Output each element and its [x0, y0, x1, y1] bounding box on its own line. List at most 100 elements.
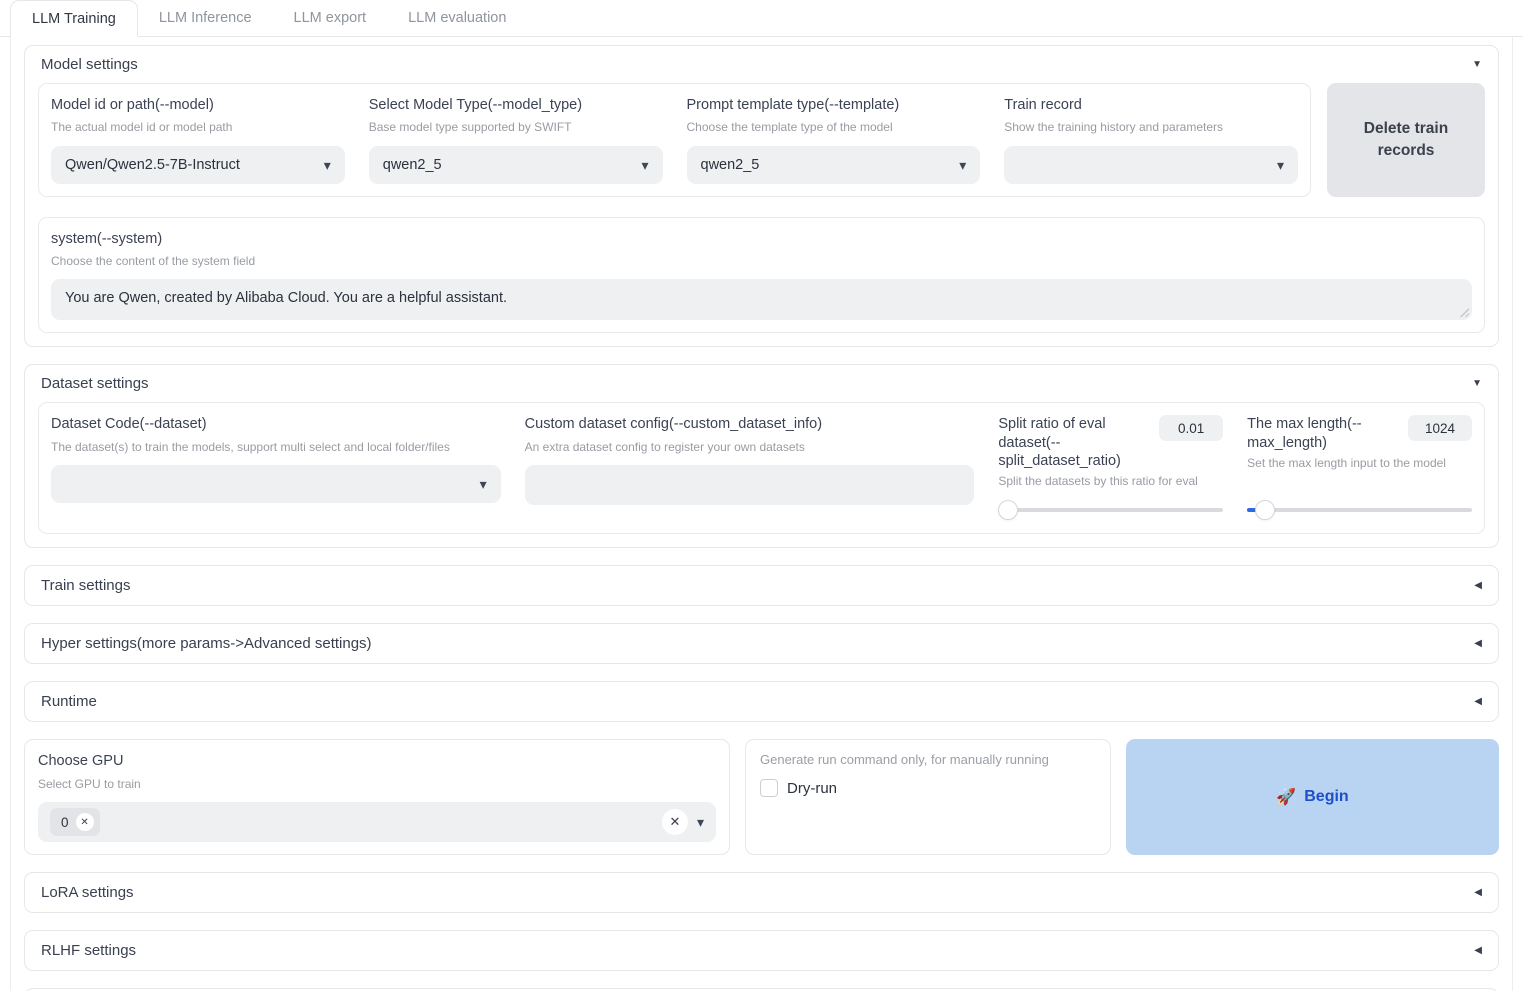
tab-llm-export[interactable]: LLM export — [273, 0, 388, 36]
system-label: system(--system) — [51, 230, 163, 247]
template-field: Prompt template type(--template) Choose … — [686, 96, 981, 184]
custom-dataset-config-input[interactable] — [524, 465, 975, 506]
training-tab-panel: Model settings ▼ Model id or path(--mode… — [10, 37, 1513, 991]
model-id-label: Model id or path(--model) — [51, 97, 214, 113]
hyper-settings-section: Hyper settings(more params->Advanced set… — [24, 623, 1499, 665]
dry-run-option[interactable]: Dry-run — [760, 779, 1096, 798]
model-type-value: qwen2_5 — [382, 156, 442, 173]
dataset-code-dropdown[interactable]: ▾ — [51, 465, 501, 504]
gpu-chip-value: 0 — [61, 814, 69, 830]
split-ratio-slider[interactable] — [998, 499, 1224, 521]
choose-gpu-label: Choose GPU — [38, 753, 124, 770]
begin-button[interactable]: 🚀 Begin — [1126, 739, 1499, 856]
dataset-code-label: Dataset Code(--dataset) — [51, 416, 207, 433]
max-length-field: The max length(--max_length) 1024 Set th… — [1247, 415, 1472, 521]
max-length-number-input[interactable]: 1024 — [1408, 415, 1472, 442]
runtime-title: Runtime — [41, 693, 97, 711]
model-settings-title: Model settings — [41, 56, 138, 73]
model-id-value: Qwen/Qwen2.5-7B-Instruct — [65, 156, 240, 173]
dry-run-note: Generate run command only, for manually … — [760, 752, 1049, 768]
template-label: Prompt template type(--template) — [686, 97, 900, 113]
tab-bar: LLM Training LLM Inference LLM export LL… — [0, 0, 1523, 37]
dataset-fields-group: Dataset Code(--dataset) The dataset(s) t… — [38, 402, 1485, 535]
choose-gpu-card: Choose GPU Select GPU to train 0 ✕ ✕ ▾ — [24, 739, 730, 856]
train-settings-section: Train settings ◀ — [24, 565, 1499, 607]
gpu-run-row: Choose GPU Select GPU to train 0 ✕ ✕ ▾ G… — [24, 739, 1499, 856]
collapse-left-icon: ◀ — [1474, 695, 1482, 707]
lora-settings-section: LoRA settings ◀ — [24, 872, 1499, 914]
clear-selection-icon[interactable]: ✕ — [661, 809, 688, 836]
train-record-label: Train record — [1004, 97, 1082, 113]
slider-handle[interactable] — [998, 500, 1019, 521]
split-ratio-label: Split ratio of eval dataset(--split_data… — [998, 416, 1121, 469]
rlhf-settings-accordion-header[interactable]: RLHF settings ◀ — [25, 931, 1498, 970]
slider-track — [998, 508, 1224, 513]
lora-settings-title: LoRA settings — [41, 884, 134, 902]
chevron-down-icon: ▾ — [641, 156, 649, 173]
template-dropdown[interactable]: qwen2_5 ▾ — [686, 145, 981, 184]
runtime-accordion-header[interactable]: Runtime ◀ — [25, 682, 1498, 721]
collapse-left-icon: ◀ — [1474, 886, 1482, 898]
gpu-multiselect[interactable]: 0 ✕ ✕ ▾ — [38, 802, 716, 843]
max-length-info: Set the max length input to the model — [1247, 455, 1446, 470]
model-type-label: Select Model Type(--model_type) — [368, 97, 583, 113]
chevron-down-icon: ▾ — [323, 156, 331, 173]
collapse-down-icon: ▼ — [1472, 58, 1482, 70]
train-settings-accordion-header[interactable]: Train settings ◀ — [25, 566, 1498, 605]
run-command-card: Generate run command only, for manually … — [745, 739, 1111, 856]
collapse-left-icon: ◀ — [1474, 579, 1482, 591]
split-ratio-number-input[interactable]: 0.01 — [1159, 415, 1224, 442]
dataset-settings-title: Dataset settings — [41, 375, 149, 393]
rlhf-settings-title: RLHF settings — [41, 942, 137, 960]
chevron-down-icon: ▾ — [1276, 156, 1284, 173]
dry-run-checkbox[interactable] — [760, 779, 778, 798]
system-value: You are Qwen, created by Alibaba Cloud. … — [65, 290, 508, 307]
model-type-field: Select Model Type(--model_type) Base mod… — [368, 96, 663, 184]
max-length-slider[interactable] — [1247, 499, 1472, 521]
template-value: qwen2_5 — [700, 156, 760, 173]
rocket-icon: 🚀 — [1276, 789, 1297, 807]
dry-run-label: Dry-run — [787, 779, 838, 797]
system-group: system(--system) Choose the content of t… — [38, 216, 1485, 334]
dataset-settings-body: Dataset Code(--dataset) The dataset(s) t… — [25, 402, 1498, 547]
split-ratio-info: Split the datasets by this ratio for eva… — [998, 473, 1198, 488]
collapse-left-icon: ◀ — [1474, 944, 1482, 956]
chip-remove-icon[interactable]: ✕ — [75, 813, 94, 832]
hyper-settings-accordion-header[interactable]: Hyper settings(more params->Advanced set… — [25, 624, 1498, 663]
tab-llm-inference[interactable]: LLM Inference — [138, 0, 273, 36]
model-fields-group: Model id or path(--model) The actual mod… — [38, 83, 1311, 197]
model-settings-body: Model id or path(--model) The actual mod… — [25, 83, 1498, 346]
custom-dataset-config-field: Custom dataset config(--custom_dataset_i… — [524, 415, 975, 521]
lora-settings-accordion-header[interactable]: LoRA settings ◀ — [25, 873, 1498, 912]
choose-gpu-info: Select GPU to train — [38, 776, 141, 791]
tab-llm-training[interactable]: LLM Training — [10, 0, 138, 37]
custom-dataset-config-info: An extra dataset config to register your… — [524, 439, 805, 454]
gpu-chip: 0 ✕ — [50, 808, 100, 837]
dataset-code-field: Dataset Code(--dataset) The dataset(s) t… — [51, 415, 501, 521]
dataset-settings-accordion-header[interactable]: Dataset settings ▼ — [25, 365, 1498, 402]
runtime-section: Runtime ◀ — [24, 681, 1499, 723]
collapse-left-icon: ◀ — [1474, 637, 1482, 649]
train-record-field: Train record Show the training history a… — [1004, 96, 1298, 184]
dataset-code-info: The dataset(s) to train the models, supp… — [51, 439, 450, 454]
begin-button-label: Begin — [1304, 788, 1349, 806]
chevron-down-icon: ▾ — [479, 476, 487, 493]
tab-llm-evaluation[interactable]: LLM evaluation — [387, 0, 527, 36]
chevron-down-icon: ▾ — [959, 156, 967, 173]
resize-handle-icon[interactable] — [1459, 307, 1469, 318]
model-type-dropdown[interactable]: qwen2_5 ▾ — [368, 145, 663, 184]
rlhf-settings-section: RLHF settings ◀ — [24, 930, 1499, 972]
model-id-info: The actual model id or model path — [51, 120, 233, 135]
train-record-info: Show the training history and parameters — [1004, 120, 1224, 135]
model-id-dropdown[interactable]: Qwen/Qwen2.5-7B-Instruct ▾ — [51, 145, 345, 184]
train-record-dropdown[interactable]: ▾ — [1004, 145, 1298, 184]
model-type-info: Base model type supported by SWIFT — [368, 120, 572, 135]
system-info: Choose the content of the system field — [51, 253, 256, 268]
system-textarea[interactable]: You are Qwen, created by Alibaba Cloud. … — [51, 279, 1472, 321]
delete-train-records-button[interactable]: Delete train records — [1327, 83, 1485, 197]
chevron-down-icon: ▾ — [696, 814, 704, 831]
slider-handle[interactable] — [1255, 500, 1276, 521]
model-id-field: Model id or path(--model) The actual mod… — [51, 96, 345, 184]
model-settings-accordion-header[interactable]: Model settings ▼ — [25, 46, 1498, 83]
custom-dataset-config-label: Custom dataset config(--custom_dataset_i… — [524, 416, 823, 433]
